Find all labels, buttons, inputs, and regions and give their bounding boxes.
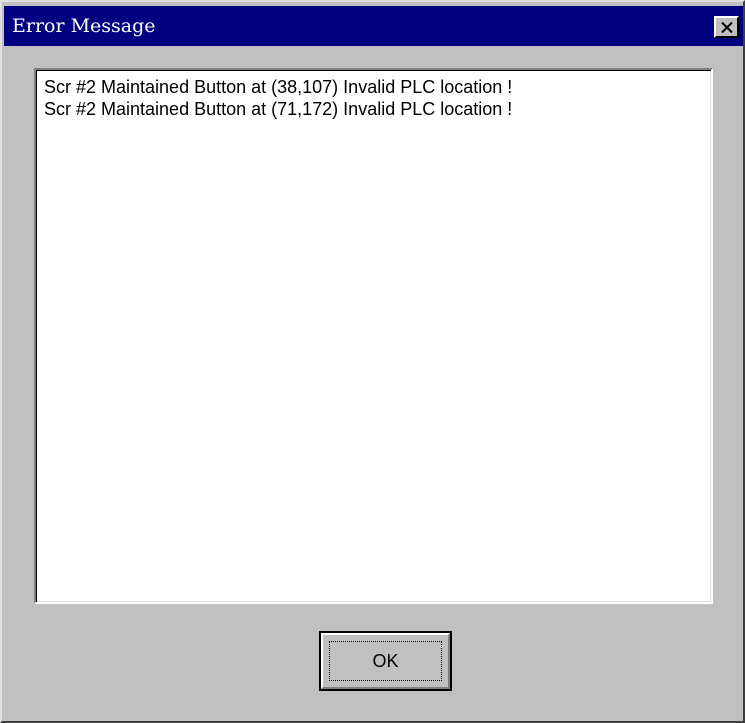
close-icon — [720, 21, 733, 33]
ok-button-bevel: OK — [321, 633, 450, 689]
list-item[interactable]: Scr #2 Maintained Button at (71,172) Inv… — [44, 98, 703, 120]
list-item[interactable]: Scr #2 Maintained Button at (38,107) Inv… — [44, 76, 703, 98]
ok-button[interactable]: OK — [319, 631, 452, 691]
window-title: Error Message — [12, 15, 156, 37]
ok-button-label: OK — [372, 650, 399, 671]
focus-rect: OK — [329, 641, 442, 681]
error-list[interactable]: Scr #2 Maintained Button at (38,107) Inv… — [34, 68, 713, 604]
close-button[interactable] — [714, 16, 739, 38]
title-bar[interactable]: Error Message — [4, 6, 743, 46]
error-message-dialog: Error Message Scr #2 Maintained Button a… — [0, 0, 745, 723]
